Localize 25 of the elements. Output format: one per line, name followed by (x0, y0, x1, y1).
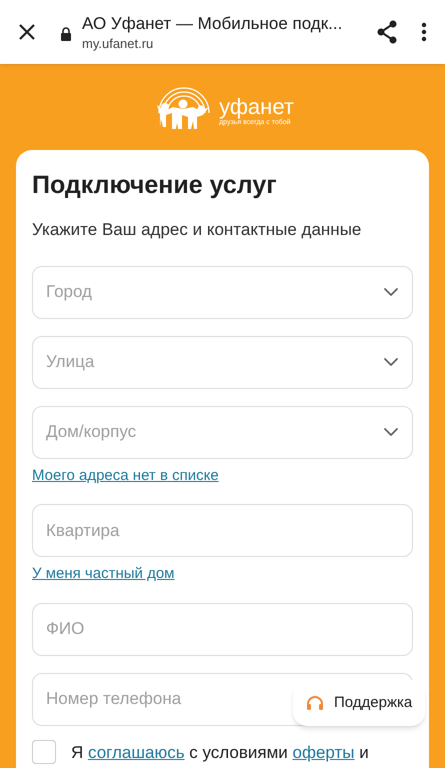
headset-icon (306, 695, 324, 711)
input-field[interactable]: ФИО (32, 602, 413, 656)
consent-link[interactable]: соглашаюсь (88, 742, 185, 762)
form-title: Подключение услуг (32, 170, 278, 200)
chevron-down-icon (383, 287, 399, 297)
page-title: АО Уфанет — Мобильное подк... (82, 12, 344, 34)
address-link[interactable]: Моего адреса нет в списке (32, 464, 219, 487)
select-field[interactable]: Дом/корпус (32, 406, 413, 458)
consent-text: Я соглашаюсь с условиями оферты и (71, 742, 369, 764)
lock-icon (60, 26, 72, 41)
close-icon[interactable] (18, 23, 36, 41)
form-subtitle: Укажите Ваш адрес и контактные данные (32, 219, 362, 241)
chevron-down-icon (383, 357, 399, 367)
select-field[interactable]: Город (32, 266, 413, 318)
share-icon[interactable] (376, 20, 398, 44)
consent-checkbox[interactable] (32, 740, 56, 764)
support-chat-toast[interactable]: Поддержка (293, 680, 426, 726)
logo-name: уфанет (219, 96, 294, 118)
more-icon[interactable] (421, 22, 427, 42)
page-url: my.ufanet.ru (82, 34, 154, 52)
chevron-down-icon (383, 427, 399, 437)
select-field[interactable]: Улица (32, 336, 413, 388)
consent-link[interactable]: оферты (292, 742, 354, 762)
input-field[interactable]: Квартира (32, 504, 413, 557)
address-link[interactable]: У меня частный дом (32, 563, 174, 586)
